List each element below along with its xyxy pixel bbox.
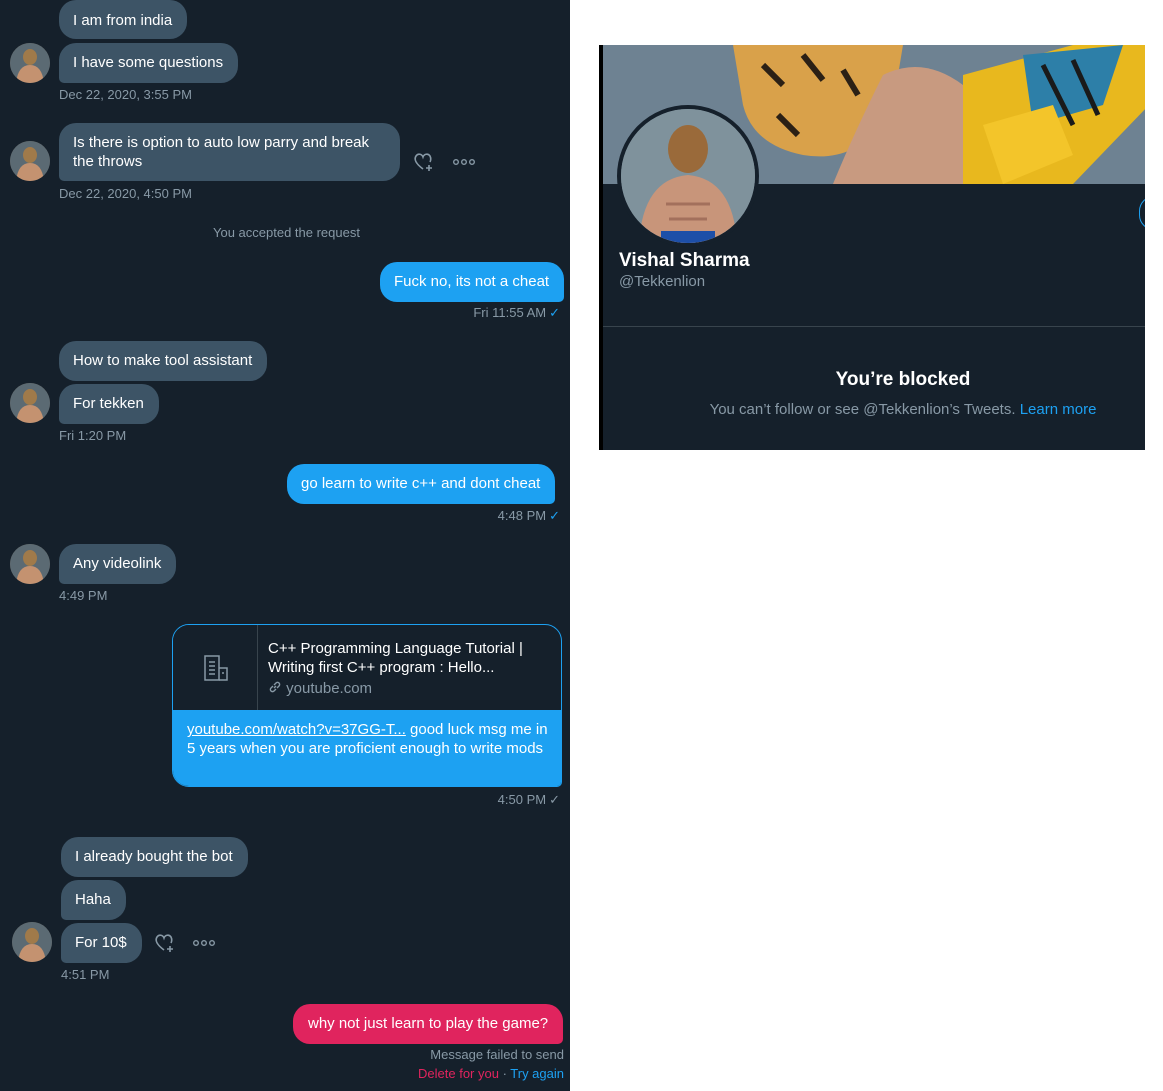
more-icon[interactable] xyxy=(191,930,217,956)
learn-more-link[interactable]: Learn more xyxy=(1020,401,1097,418)
sender-avatar[interactable] xyxy=(12,922,52,962)
failed-actions: Delete for you · Try again xyxy=(418,1066,564,1082)
separator: · xyxy=(498,1066,511,1081)
system-note: You accepted the request xyxy=(213,225,360,240)
message-bubble-incoming[interactable]: How to make tool assistant xyxy=(59,341,268,381)
message-meta: Fri 11:55 AM ✓ xyxy=(473,305,560,321)
dm-conversation-panel: I am from india I have some questions De… xyxy=(0,0,570,1091)
failed-status: Message failed to send xyxy=(430,1047,564,1062)
blocked-description-text: You can’t follow or see @Tekkenlion’s Tw… xyxy=(709,401,1016,418)
message-bubble-incoming[interactable]: For tekken xyxy=(59,384,159,424)
message-bubble-incoming[interactable]: Haha xyxy=(61,880,126,920)
document-icon xyxy=(204,655,228,681)
profile-name: Vishal Sharma xyxy=(619,250,750,271)
sender-avatar[interactable] xyxy=(10,43,50,83)
message-timestamp: Fri 11:55 AM xyxy=(473,305,547,320)
link-card-thumbnail xyxy=(173,625,258,710)
sender-avatar[interactable] xyxy=(10,383,50,423)
sender-avatar[interactable] xyxy=(10,141,50,181)
try-again-link[interactable]: Try again xyxy=(510,1066,564,1081)
message-timestamp: 4:49 PM xyxy=(59,588,108,603)
link-card-domain: youtube.com xyxy=(286,680,373,697)
profile-handle: @Tekkenlion xyxy=(619,273,706,290)
message-link[interactable]: youtube.com/watch?v=37GG-T... xyxy=(187,721,406,738)
message-meta: 4:48 PM ✓ xyxy=(498,508,560,524)
follow-button[interactable] xyxy=(1139,196,1145,230)
link-card-message[interactable]: C++ Programming Language Tutorial | Writ… xyxy=(172,624,562,787)
sender-avatar[interactable] xyxy=(10,544,50,584)
more-icon[interactable] xyxy=(451,149,477,175)
checkmark-icon: ✓ xyxy=(549,508,560,523)
delete-for-you-link[interactable]: Delete for you xyxy=(418,1066,499,1081)
message-bubble-failed[interactable]: why not just learn to play the game? xyxy=(293,1004,564,1044)
link-card-domain-row: youtube.com xyxy=(268,679,372,698)
message-bubble-incoming[interactable]: I have some questions xyxy=(59,43,239,83)
message-timestamp: 4:50 PM xyxy=(497,792,547,807)
message-timestamp: 4:51 PM xyxy=(61,967,110,982)
blocked-title: You’re blocked xyxy=(835,369,971,390)
message-timestamp: Dec 22, 2020, 3:55 PM xyxy=(59,87,192,102)
message-timestamp: Dec 22, 2020, 4:50 PM xyxy=(59,186,192,201)
link-card-preview[interactable]: C++ Programming Language Tutorial | Writ… xyxy=(173,625,561,710)
checkmark-icon: ✓ xyxy=(549,305,560,320)
message-timestamp: Fri 1:20 PM xyxy=(59,428,127,443)
message-bubble-outgoing[interactable]: Fuck no, its not a cheat xyxy=(380,262,565,302)
checkmark-icon: ✓ xyxy=(549,792,560,807)
blocked-description: You can’t follow or see @Tekkenlion’s Tw… xyxy=(603,401,1145,418)
profile-avatar[interactable] xyxy=(617,105,759,247)
message-bubble-incoming[interactable]: Any videolink xyxy=(59,544,177,584)
message-bubble-outgoing[interactable]: go learn to write c++ and dont cheat xyxy=(287,464,556,504)
heart-plus-icon[interactable] xyxy=(152,930,178,956)
message-bubble-incoming[interactable]: For 10$ xyxy=(61,923,142,963)
divider xyxy=(603,326,1145,327)
message-meta: 4:50 PM ✓ xyxy=(498,792,560,808)
message-bubble-incoming[interactable]: I already bought the bot xyxy=(61,837,248,877)
link-icon xyxy=(269,681,281,693)
message-timestamp: 4:48 PM xyxy=(497,508,547,523)
blocked-profile-panel: Vishal Sharma @Tekkenlion You’re blocked… xyxy=(599,45,1145,450)
message-bubble-incoming[interactable]: I am from india xyxy=(59,0,188,39)
message-bubble-incoming[interactable]: Is there is option to auto low parry and… xyxy=(59,123,400,181)
link-message-text: youtube.com/watch?v=37GG-T... good luck … xyxy=(173,710,561,786)
heart-plus-icon[interactable] xyxy=(411,149,437,175)
link-card-title: C++ Programming Language Tutorial | Writ… xyxy=(268,640,523,676)
